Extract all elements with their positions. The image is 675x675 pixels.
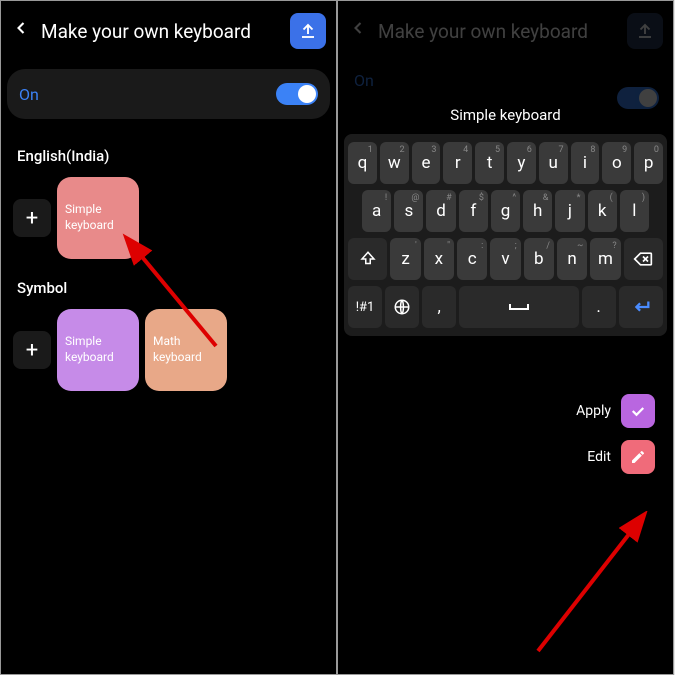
key-n[interactable]: ~n <box>557 238 587 280</box>
tile-math-keyboard[interactable]: Math keyboard <box>145 309 227 391</box>
key-l[interactable]: )l <box>620 190 649 232</box>
action-edit-row: Edit <box>338 432 673 478</box>
toggle-row: On <box>7 69 330 119</box>
tile-simple-keyboard[interactable]: Simple keyboard <box>57 177 139 259</box>
key-row-4: !#1 , . <box>348 286 663 328</box>
panel-left: Make your own keyboard On English(India)… <box>0 0 337 675</box>
symbols-key[interactable]: !#1 <box>348 286 382 328</box>
backspace-key[interactable] <box>624 238 663 280</box>
section-symbol: Symbol <box>1 259 336 309</box>
key-v[interactable]: ;v <box>490 238 520 280</box>
page-title: Make your own keyboard <box>41 20 280 43</box>
key-y[interactable]: 6y <box>507 142 536 184</box>
toggle-label-dim: On <box>354 71 374 90</box>
page-title: Make your own keyboard <box>378 20 617 43</box>
key-h[interactable]: &h <box>523 190 552 232</box>
header: Make your own keyboard <box>1 1 336 61</box>
key-q[interactable]: 1q <box>348 142 377 184</box>
toggle-switch[interactable] <box>276 83 318 105</box>
section-english: English(India) <box>1 127 336 177</box>
period-key[interactable]: . <box>582 286 616 328</box>
edit-button[interactable] <box>621 440 655 474</box>
add-button[interactable]: + <box>13 199 51 237</box>
key-w[interactable]: 2w <box>380 142 409 184</box>
key-r[interactable]: 4r <box>443 142 472 184</box>
shift-key[interactable] <box>348 238 387 280</box>
upload-button[interactable] <box>290 13 326 49</box>
key-j[interactable]: *j <box>555 190 584 232</box>
key-d[interactable]: #d <box>426 190 455 232</box>
tile-label: Math keyboard <box>153 334 219 365</box>
key-row-1: 1q2w3e4r5t6y7u8i9o0p <box>348 142 663 184</box>
add-button[interactable]: + <box>13 331 51 369</box>
key-a[interactable]: !a <box>362 190 391 232</box>
back-icon[interactable] <box>11 18 31 44</box>
toggle-label: On <box>19 85 39 104</box>
tile-label: Simple keyboard <box>65 334 131 365</box>
key-row-3: 'z"x:c;v/b~n?m <box>348 238 663 280</box>
upload-button <box>627 13 663 49</box>
key-row-2: !a@s#d$f^g&h*j(k)l <box>348 190 663 232</box>
comma-key[interactable]: , <box>422 286 456 328</box>
annotation-arrow-icon <box>528 511 668 661</box>
key-k[interactable]: (k <box>588 190 617 232</box>
space-key[interactable] <box>459 286 578 328</box>
key-o[interactable]: 9o <box>602 142 631 184</box>
tile-simple-keyboard-2[interactable]: Simple keyboard <box>57 309 139 391</box>
key-i[interactable]: 8i <box>571 142 600 184</box>
tiles-row-english: + Simple keyboard <box>1 177 336 259</box>
key-z[interactable]: 'z <box>390 238 420 280</box>
key-s[interactable]: @s <box>394 190 423 232</box>
key-g[interactable]: ^g <box>491 190 520 232</box>
toggle-knob <box>298 85 316 103</box>
key-p[interactable]: 0p <box>634 142 663 184</box>
key-f[interactable]: $f <box>459 190 488 232</box>
header-dimmed: Make your own keyboard <box>338 1 673 61</box>
panel-right: Make your own keyboard On Simple keyboar… <box>337 0 674 675</box>
tile-label: Simple keyboard <box>65 202 131 233</box>
toggle-dim <box>617 87 659 109</box>
action-apply-row: Apply <box>338 386 673 432</box>
key-u[interactable]: 7u <box>539 142 568 184</box>
key-t[interactable]: 5t <box>475 142 504 184</box>
apply-label: Apply <box>576 403 611 419</box>
tiles-row-symbol: + Simple keyboard Math keyboard <box>1 309 336 391</box>
edit-label: Edit <box>587 449 611 465</box>
keyboard-preview: 1q2w3e4r5t6y7u8i9o0p !a@s#d$f^g&h*j(k)l … <box>344 134 667 336</box>
back-icon <box>348 18 368 44</box>
key-x[interactable]: "x <box>424 238 454 280</box>
key-m[interactable]: ?m <box>590 238 620 280</box>
apply-button[interactable] <box>621 394 655 428</box>
globe-key[interactable] <box>385 286 419 328</box>
key-c[interactable]: :c <box>457 238 487 280</box>
key-e[interactable]: 3e <box>412 142 441 184</box>
enter-key[interactable] <box>619 286 663 328</box>
key-b[interactable]: /b <box>524 238 554 280</box>
